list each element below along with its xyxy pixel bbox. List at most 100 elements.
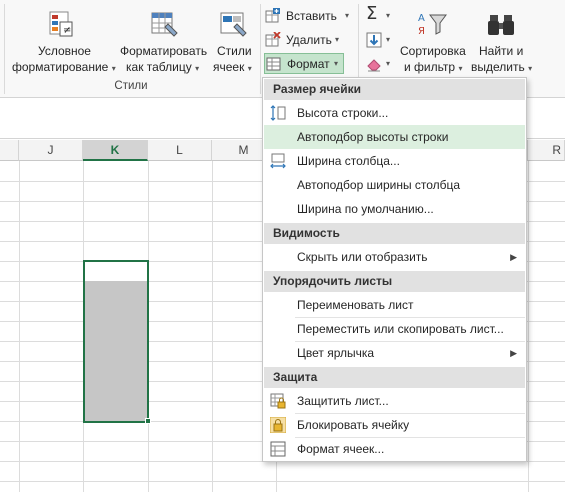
chevron-down-icon: ▾ xyxy=(386,59,391,68)
format-button[interactable]: Формат ▾ xyxy=(266,54,344,74)
conditional-formatting-label-2-text: форматирование xyxy=(12,60,109,74)
sort-filter-label-1: Сортировка xyxy=(400,44,466,58)
sort-filter-button[interactable]: A Я Сортировка и фильтр ▾ xyxy=(398,6,468,78)
format-cells-icon xyxy=(270,441,286,457)
fill-handle[interactable] xyxy=(145,418,151,424)
eraser-icon xyxy=(367,59,381,72)
submenu-arrow-icon: ▶ xyxy=(510,348,517,358)
chevron-down-icon: ▾ xyxy=(334,59,339,68)
column-header-j[interactable]: J xyxy=(19,140,83,161)
find-select-label-1: Найти и xyxy=(479,44,524,58)
menu-item-autofit-column-width[interactable]: Автоподбор ширины столбца xyxy=(264,173,525,197)
format-dropdown-menu: Размер ячейки Высота строки... Автоподбо… xyxy=(262,77,527,462)
delete-icon xyxy=(265,32,281,47)
chevron-down-icon: ▾ xyxy=(458,64,463,73)
menu-section-visibility: Видимость xyxy=(264,223,525,244)
gridline xyxy=(528,161,529,492)
row-height-icon xyxy=(270,105,286,121)
find-select-label-2-text: выделить xyxy=(471,60,525,74)
menu-section-protection: Защита xyxy=(264,367,525,388)
conditional-formatting-icon: ≠ xyxy=(49,11,73,37)
cell-styles-button[interactable]: Стили ячеек ▾ xyxy=(211,6,257,78)
gridline xyxy=(19,161,20,492)
find-select-label-2: выделить ▾ xyxy=(471,60,532,76)
delete-button[interactable]: Удалить ▾ xyxy=(265,30,353,50)
menu-section-cell-size: Размер ячейки xyxy=(264,79,525,100)
svg-text:Я: Я xyxy=(418,26,425,37)
menu-item-row-height-label: Высота строки... xyxy=(297,106,389,120)
sort-filter-label-2-text: и фильтр xyxy=(404,60,456,74)
menu-item-column-width-label: Ширина столбца... xyxy=(297,154,400,168)
conditional-formatting-label-2: форматирование ▾ xyxy=(12,60,116,76)
chevron-down-icon: ▾ xyxy=(247,64,252,73)
menu-item-default-width-label: Ширина по умолчанию... xyxy=(297,202,434,216)
menu-item-move-copy-sheet[interactable]: Переместить или скопировать лист... xyxy=(264,317,525,341)
menu-section-organize-sheets: Упорядочить листы xyxy=(264,271,525,292)
cell-styles-label-2: ячеек ▾ xyxy=(213,60,252,76)
menu-item-tab-color-label: Цвет ярлычка xyxy=(297,346,375,360)
menu-item-row-height[interactable]: Высота строки... xyxy=(264,101,525,125)
menu-item-protect-sheet[interactable]: Защитить лист... xyxy=(264,389,525,413)
delete-label: Удалить xyxy=(286,33,332,47)
column-header-k[interactable]: K xyxy=(83,140,148,161)
sort-filter-label-2: и фильтр ▾ xyxy=(404,60,462,76)
chevron-down-icon: ▾ xyxy=(335,35,340,44)
format-as-table-icon xyxy=(151,12,178,37)
sigma-icon: Σ xyxy=(366,3,378,24)
selection-range[interactable] xyxy=(83,260,149,423)
insert-button[interactable]: Вставить ▾ xyxy=(265,6,353,26)
chevron-down-icon: ▾ xyxy=(386,11,391,20)
conditional-formatting-label-1: Условное xyxy=(38,44,91,58)
menu-item-column-width[interactable]: Ширина столбца... xyxy=(264,149,525,173)
column-header-r[interactable]: R xyxy=(528,140,565,161)
menu-item-move-copy-sheet-label: Переместить или скопировать лист... xyxy=(297,322,504,336)
menu-item-autofit-column-width-label: Автоподбор ширины столбца xyxy=(297,178,461,192)
column-header-r-label: R xyxy=(552,143,561,157)
menu-item-format-cells[interactable]: Формат ячеек... xyxy=(264,437,525,461)
menu-item-default-width[interactable]: Ширина по умолчанию... xyxy=(264,197,525,221)
column-header-corner xyxy=(0,140,19,161)
styles-group-label: Стили xyxy=(114,80,148,92)
menu-item-autofit-row-height-label: Автоподбор высоты строки xyxy=(297,130,449,144)
find-select-button[interactable]: Найти и выделить ▾ xyxy=(469,6,535,78)
format-icon xyxy=(266,57,281,71)
fill-down-icon xyxy=(366,32,382,48)
insert-label: Вставить xyxy=(286,9,337,23)
menu-item-format-cells-label: Формат ячеек... xyxy=(297,442,385,456)
group-divider xyxy=(260,4,261,94)
menu-item-rename-sheet-label: Переименовать лист xyxy=(297,298,414,312)
menu-item-tab-color[interactable]: Цвет ярлычка ▶ xyxy=(264,341,525,365)
cell-styles-icon xyxy=(220,12,247,37)
format-as-table-label-2-text: как таблицу xyxy=(126,60,192,74)
autosum-button[interactable]: Σ ▾ xyxy=(366,3,398,26)
menu-item-rename-sheet[interactable]: Переименовать лист xyxy=(264,293,525,317)
menu-item-autofit-row-height[interactable]: Автоподбор высоты строки xyxy=(264,125,525,149)
submenu-arrow-icon: ▶ xyxy=(510,252,517,262)
chevron-down-icon: ▾ xyxy=(195,64,200,73)
menu-item-hide-unhide[interactable]: Скрыть или отобразить ▶ xyxy=(264,245,525,269)
gridline xyxy=(212,161,213,492)
format-label: Формат xyxy=(287,57,330,71)
format-as-table-label-1: Форматировать xyxy=(120,44,208,58)
fill-button[interactable]: ▾ xyxy=(366,30,398,50)
sort-filter-icon: A Я xyxy=(418,13,447,37)
menu-item-protect-sheet-label: Защитить лист... xyxy=(297,394,389,408)
binoculars-icon xyxy=(488,15,514,35)
conditional-formatting-button[interactable]: ≠ Условное форматирование ▾ xyxy=(8,6,116,78)
cell-styles-label-1: Стили xyxy=(217,44,252,58)
protect-sheet-icon xyxy=(270,393,286,409)
column-header-l[interactable]: L xyxy=(148,140,212,161)
format-as-table-button[interactable]: Форматировать как таблицу ▾ xyxy=(116,6,210,78)
menu-item-hide-unhide-label: Скрыть или отобразить xyxy=(297,250,428,264)
chevron-down-icon: ▾ xyxy=(528,64,533,73)
menu-item-lock-cell[interactable]: Блокировать ячейку xyxy=(264,413,525,437)
chevron-down-icon: ▾ xyxy=(345,11,350,20)
lock-icon xyxy=(270,417,286,433)
clear-button[interactable]: ▾ xyxy=(366,54,398,74)
gridline xyxy=(0,481,565,482)
column-width-icon xyxy=(270,153,286,169)
cell-styles-label-2-text: ячеек xyxy=(213,60,245,74)
insert-icon xyxy=(265,8,280,23)
menu-item-lock-cell-label: Блокировать ячейку xyxy=(297,418,410,432)
chevron-down-icon: ▾ xyxy=(386,35,391,44)
